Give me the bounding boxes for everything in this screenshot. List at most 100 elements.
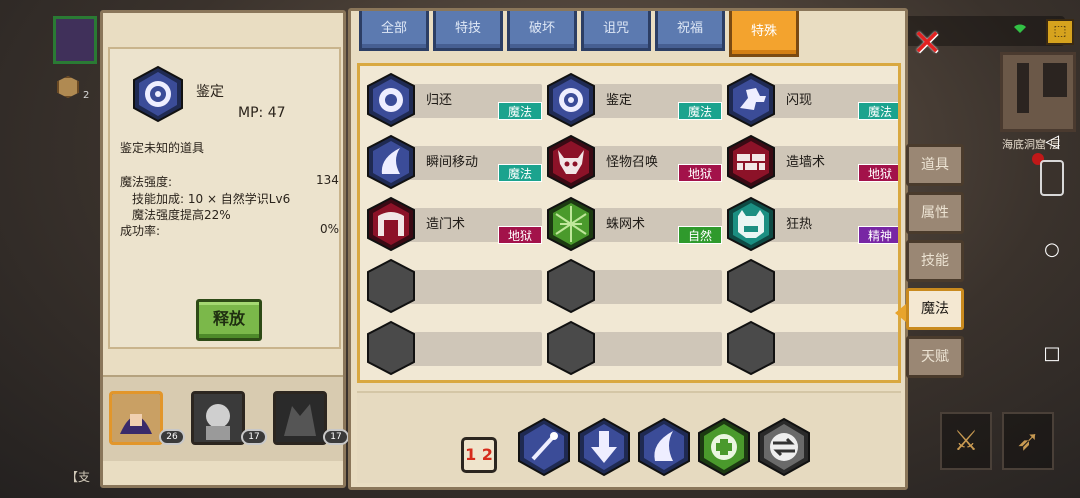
spell-category-badge: 魔法 — [678, 102, 722, 120]
spider-web-icon — [547, 196, 595, 252]
empty-spell-slot[interactable] — [366, 320, 544, 376]
spell-category-badge: 魔法 — [498, 164, 542, 182]
party-member-2[interactable] — [191, 391, 245, 445]
power-label: 魔法强度: — [120, 175, 173, 189]
spell-name: 瞬间移动 — [426, 155, 479, 170]
down-arrow-icon[interactable] — [577, 417, 631, 477]
empty-hex-icon — [547, 320, 595, 376]
identify-eye-icon — [547, 72, 595, 128]
player-level: 2 — [83, 90, 90, 101]
empty-spell-slot[interactable] — [366, 258, 544, 314]
tab-skills[interactable]: 特技 — [433, 11, 503, 51]
empty-hex-icon — [367, 320, 415, 376]
party-member-1[interactable] — [109, 391, 163, 445]
empty-spell-slot[interactable] — [726, 320, 898, 376]
tab-destruction[interactable]: 破坏 — [507, 11, 577, 51]
spell-category-badge: 自然 — [678, 226, 722, 244]
minimap[interactable] — [1000, 52, 1076, 132]
party-bar: 26 17 17 — [103, 375, 349, 461]
spell-category-badge: 精神 — [858, 226, 898, 244]
brick-wall-icon — [727, 134, 775, 190]
flame-swirl-icon[interactable] — [637, 417, 691, 477]
empty-hex-icon — [367, 258, 415, 314]
wolf-portrait-icon — [276, 394, 324, 442]
spell-slot-return[interactable]: 归还 魔法 — [366, 72, 544, 128]
side-tab-attributes[interactable]: 属性 — [906, 192, 964, 234]
blink-runner-icon — [727, 72, 775, 128]
quick-cast-bar: 1 2 — [357, 391, 901, 483]
tab-special[interactable]: 特殊 — [729, 11, 799, 57]
spell-name: 造门术 — [426, 217, 466, 232]
recents-nav-icon[interactable]: □ — [1040, 342, 1064, 366]
empty-spell-slot[interactable] — [546, 258, 724, 314]
return-ring-icon — [367, 72, 415, 128]
success-value: 0% — [320, 222, 340, 236]
empty-spell-slot[interactable] — [546, 320, 724, 376]
wifi-icon — [1012, 22, 1028, 38]
player-portrait[interactable] — [53, 16, 97, 64]
power-boost-line: 魔法强度提高22% — [132, 208, 231, 222]
side-tab-talents[interactable]: 天赋 — [906, 336, 964, 378]
bear-roar-icon — [727, 196, 775, 252]
side-tab-magic[interactable]: 魔法 — [906, 288, 964, 330]
side-tab-skills[interactable]: 技能 — [906, 240, 964, 282]
party-member-3-level: 17 — [323, 429, 349, 445]
demon-skull-icon — [547, 134, 595, 190]
status-message: 【支 — [66, 470, 91, 484]
spell-slot-gate[interactable]: 造门术 地狱 — [366, 196, 544, 252]
tab-blessing[interactable]: 祝福 — [655, 11, 725, 51]
spell-mp-cost: MP: 47 — [238, 105, 286, 121]
success-label: 成功率: — [120, 224, 161, 238]
sword-icon[interactable]: ⚔ — [940, 412, 992, 470]
power-value: 134 — [316, 173, 339, 187]
empty-hex-icon — [727, 258, 775, 314]
armor-shield-icon — [57, 76, 79, 98]
spell-slot-blink[interactable]: 闪现 魔法 — [726, 72, 898, 128]
tab-curse[interactable]: 诅咒 — [581, 11, 651, 51]
spell-slot-wall[interactable]: 造墙术 地狱 — [726, 134, 898, 190]
spell-list-panel: 全部 特技 破坏 诅咒 祝福 特殊 归还 魔法 鉴定 魔法 闪现 魔法 瞬间移动… — [348, 8, 908, 490]
map-toggle-button[interactable]: ⬚ — [1046, 19, 1074, 45]
spell-name: 鉴定 — [196, 84, 224, 100]
empty-spell-slot[interactable] — [726, 258, 898, 314]
game-screen: 2 【支 ⬚ 海底洞窟 层 ◁ ○ □ ⚔ ➶ 鉴定 MP: 47 鉴定未知的道… — [0, 0, 1080, 498]
spell-name: 蛛网术 — [606, 217, 646, 232]
identify-eye-icon — [133, 65, 183, 123]
back-nav-icon[interactable]: ◁ — [1040, 130, 1064, 154]
spell-grid: 归还 魔法 鉴定 魔法 闪现 魔法 瞬间移动 魔法 怪物召唤 地狱 造墙术 地狱… — [357, 63, 901, 383]
spell-category-badge: 地狱 — [678, 164, 722, 182]
spell-category-badge: 魔法 — [858, 102, 898, 120]
spell-slot-teleport[interactable]: 瞬间移动 魔法 — [366, 134, 544, 190]
active-tab-pointer-icon — [895, 304, 906, 322]
teleport-swirl-icon — [367, 134, 415, 190]
swap-arrows-icon[interactable] — [757, 417, 811, 477]
spell-slot-frenzy[interactable]: 狂热 精神 — [726, 196, 898, 252]
close-icon[interactable]: ✕ — [912, 26, 942, 62]
bow-icon[interactable]: ➶ — [1002, 412, 1054, 470]
spell-slot-summon-monster[interactable]: 怪物召唤 地狱 — [546, 134, 724, 190]
heal-plus-icon[interactable] — [697, 417, 751, 477]
mage-portrait-icon — [112, 394, 160, 442]
spell-name: 归还 — [426, 93, 453, 108]
spell-category-badge: 地狱 — [498, 226, 542, 244]
magic-wand-icon[interactable] — [517, 417, 571, 477]
spell-description: 鉴定未知的道具 — [120, 141, 205, 155]
knight-portrait-icon — [194, 394, 242, 442]
spell-name: 闪现 — [786, 93, 813, 108]
spell-name: 鉴定 — [606, 93, 633, 108]
party-member-2-level: 17 — [241, 429, 267, 445]
spell-slot-web[interactable]: 蛛网术 自然 — [546, 196, 724, 252]
spell-category-badge: 地狱 — [858, 164, 898, 182]
party-member-3[interactable] — [273, 391, 327, 445]
party-member-1-level: 26 — [159, 429, 185, 445]
spell-name: 造墙术 — [786, 155, 826, 170]
quickbar-page-toggle[interactable]: 1 2 — [461, 437, 497, 473]
spell-detail-box: 鉴定 MP: 47 鉴定未知的道具 魔法强度: 134 技能加成: 10 × 自… — [108, 47, 341, 349]
home-nav-icon[interactable]: ○ — [1040, 238, 1064, 262]
release-button[interactable]: 释放 — [196, 299, 262, 341]
spell-slot-identify[interactable]: 鉴定 魔法 — [546, 72, 724, 128]
spell-category-badge: 魔法 — [498, 102, 542, 120]
side-tab-items[interactable]: 道具 — [906, 144, 964, 186]
tab-all[interactable]: 全部 — [359, 11, 429, 51]
spell-name: 狂热 — [786, 217, 813, 232]
